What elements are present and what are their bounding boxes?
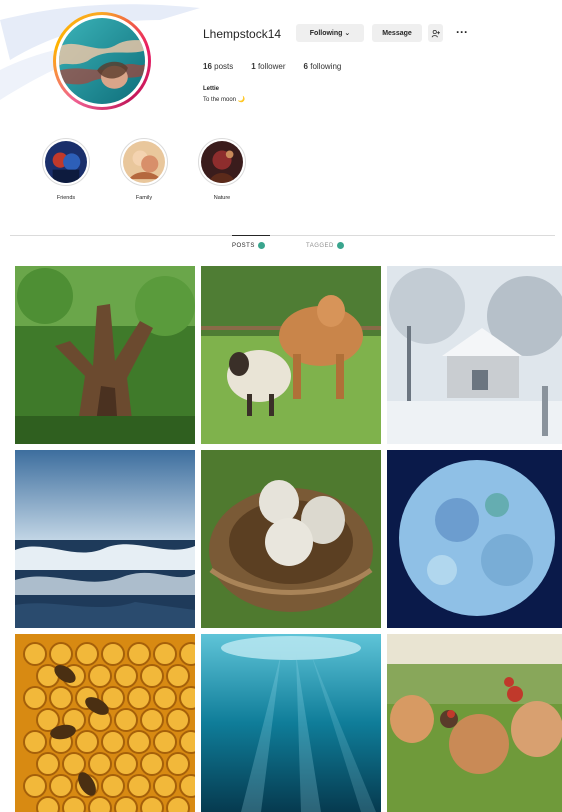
followers-count[interactable]: 1 follower [251, 62, 285, 71]
username: Lhempstock14 [203, 27, 282, 41]
post-tile[interactable] [387, 266, 562, 444]
posts-tab-label: POSTS [232, 242, 255, 249]
nature-highlight-icon [201, 141, 243, 183]
eggs-in-nest-image [201, 450, 381, 628]
post-tile[interactable] [201, 266, 381, 444]
underwater-light-image [201, 634, 381, 812]
tab-tagged[interactable]: TAGGED [306, 242, 344, 249]
tree-stump-image [15, 266, 195, 444]
avatar-image [59, 18, 145, 104]
snowy-cottage-image [387, 266, 562, 444]
posts-tab-dot-icon [257, 242, 265, 249]
posts-count: 16 posts [203, 62, 234, 71]
active-tab-indicator [232, 235, 270, 236]
tagged-tab-label: TAGGED [306, 242, 334, 249]
post-tile[interactable] [387, 634, 562, 812]
sheep-and-cow-image [201, 266, 381, 444]
highlight-nature[interactable]: Nature [196, 138, 248, 201]
following-count[interactable]: 6 following [304, 62, 342, 71]
profile-avatar[interactable] [53, 12, 151, 110]
following-button[interactable]: Following ⌄ [296, 24, 364, 42]
tab-posts[interactable]: POSTS [232, 242, 265, 249]
post-tile[interactable] [201, 634, 381, 812]
tagged-tab-dot-icon [336, 242, 344, 249]
post-tile[interactable] [387, 450, 562, 628]
stormy-sea-image [15, 450, 195, 628]
post-tile[interactable] [201, 450, 381, 628]
message-button[interactable]: Message [372, 24, 422, 42]
post-tile[interactable] [15, 266, 195, 444]
profile-stats: 16 posts 1 follower 6 following [203, 62, 341, 71]
posts-grid [15, 266, 562, 812]
add-person-icon [431, 29, 440, 37]
full-name: Lettie [203, 86, 220, 92]
suggested-accounts-button[interactable] [428, 24, 443, 42]
post-tile[interactable] [15, 450, 195, 628]
highlight-friends[interactable]: Friends [40, 138, 92, 201]
post-tile[interactable] [15, 634, 195, 812]
family-highlight-icon [123, 141, 165, 183]
friends-highlight-icon [45, 141, 87, 183]
chickens-in-field-image [387, 634, 562, 812]
bio: To the moon 🌙 [203, 97, 246, 103]
more-options-icon[interactable]: ··· [456, 25, 468, 39]
bees-on-honeycomb-image [15, 634, 195, 812]
tabs-divider [10, 235, 555, 236]
full-moon-image [387, 450, 562, 628]
highlight-family[interactable]: Family [118, 138, 170, 201]
